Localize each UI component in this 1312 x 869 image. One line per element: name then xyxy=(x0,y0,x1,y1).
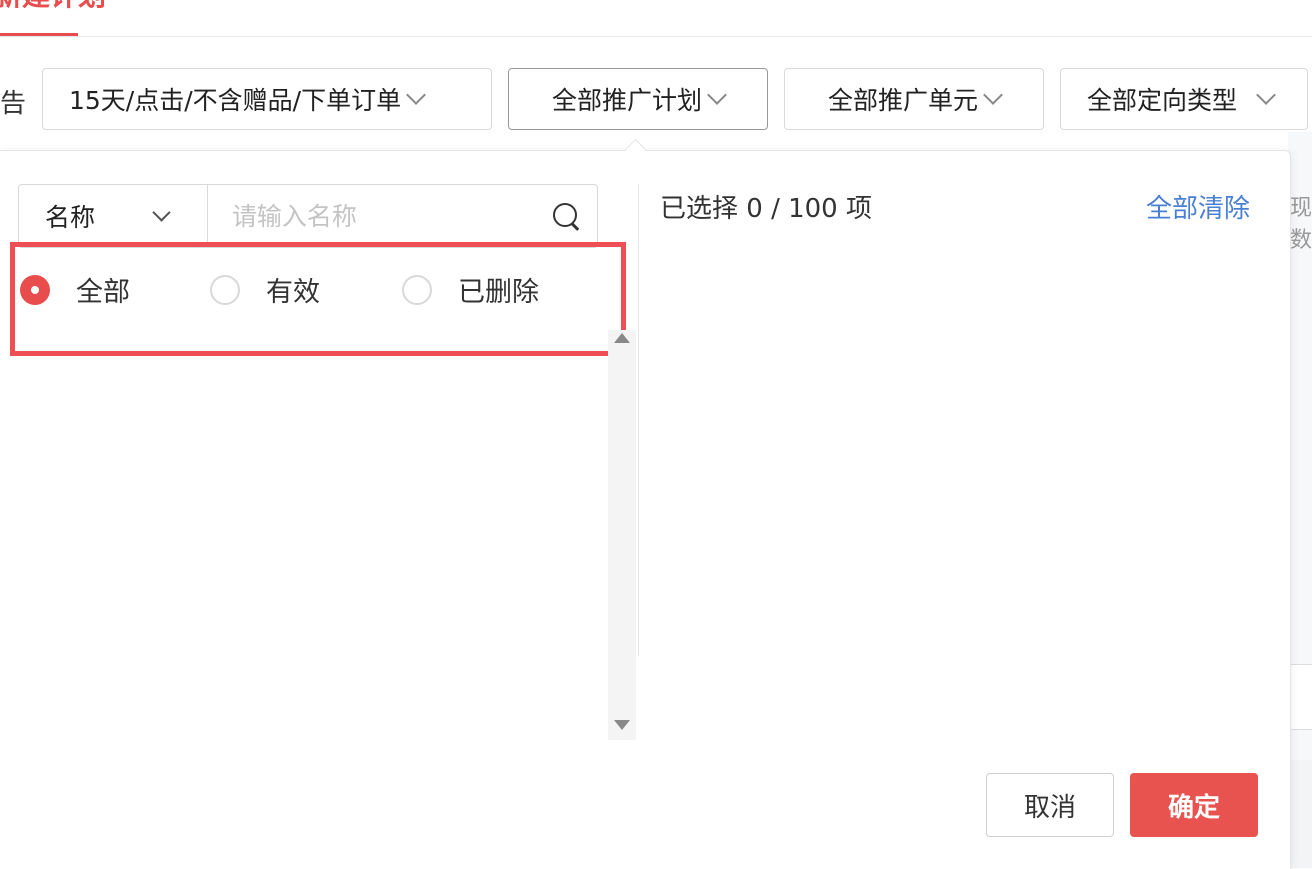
radio-status-all[interactable]: 全部 xyxy=(20,270,130,309)
radio-unchecked-icon xyxy=(210,274,240,305)
tab-new-plan[interactable]: 新建计划 xyxy=(0,0,106,14)
radio-unchecked-icon xyxy=(402,274,432,305)
selected-count: 已选择 0 / 100 项 xyxy=(660,194,872,224)
radio-status-deleted[interactable]: 已删除 xyxy=(402,270,539,309)
chevron-down-icon xyxy=(406,85,426,105)
cancel-button[interactable]: 取消 xyxy=(986,773,1114,837)
plan-dropdown[interactable]: 全部推广计划 xyxy=(508,68,768,130)
radio-status-valid[interactable]: 有效 xyxy=(210,270,320,309)
search-type-label: 名称 xyxy=(45,203,96,232)
plan-dropdown-value: 全部推广计划 xyxy=(551,86,702,115)
chevron-down-icon xyxy=(152,202,171,222)
chevron-down-icon xyxy=(707,85,727,105)
list-scrollbar[interactable] xyxy=(608,330,636,740)
search-type-select[interactable]: 名称 xyxy=(19,185,208,247)
chevron-down-icon xyxy=(1256,85,1276,105)
target-type-dropdown[interactable]: 全部定向类型 xyxy=(1060,68,1308,130)
attribution-dropdown[interactable]: 15天/点击/不含赠品/下单订单 xyxy=(42,68,492,130)
clear-all-link[interactable]: 全部清除 xyxy=(1146,188,1250,225)
chevron-down-icon xyxy=(983,85,1003,105)
target-type-dropdown-value: 全部定向类型 xyxy=(1087,86,1238,115)
search-bar: 名称 xyxy=(18,184,598,248)
confirm-button[interactable]: 确定 xyxy=(1130,773,1258,837)
attribution-dropdown-value: 15天/点击/不含赠品/下单订单 xyxy=(69,86,402,115)
radio-checked-icon xyxy=(20,274,50,305)
scroll-down-arrow-icon[interactable] xyxy=(614,720,630,730)
radio-label: 有效 xyxy=(266,277,320,308)
radio-label: 已删除 xyxy=(458,277,539,308)
filter-row-label: 告 xyxy=(0,89,27,119)
scroll-up-arrow-icon[interactable] xyxy=(614,333,630,343)
unit-dropdown[interactable]: 全部推广单元 xyxy=(784,68,1044,130)
radio-label: 全部 xyxy=(76,277,130,308)
unit-dropdown-value: 全部推广单元 xyxy=(827,86,978,115)
background-column-header: 现数 xyxy=(1290,196,1312,253)
tab-divider xyxy=(0,36,1312,37)
search-input[interactable] xyxy=(207,185,551,247)
panel-divider xyxy=(638,184,639,656)
search-icon[interactable] xyxy=(551,201,580,231)
